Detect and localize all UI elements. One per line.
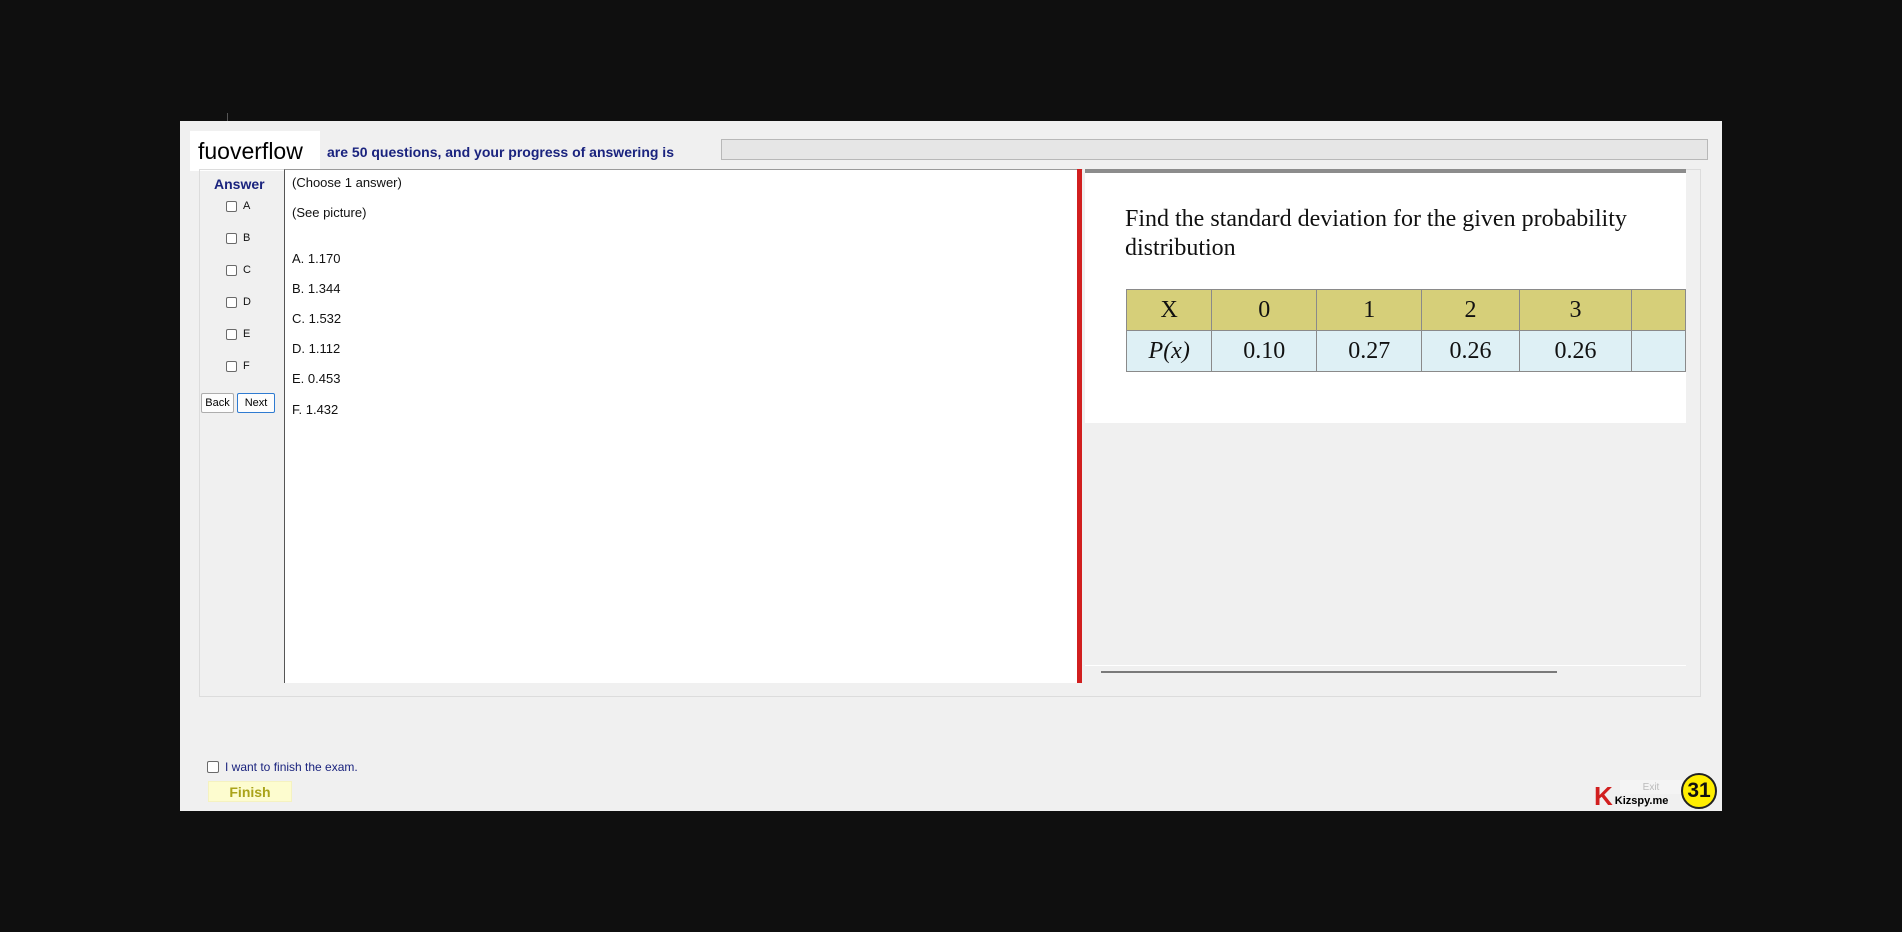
answer-option-label: F — [243, 360, 250, 372]
finish-exam-checkbox[interactable] — [207, 761, 219, 773]
watermark-logo: fuoverflow — [190, 131, 320, 171]
answer-checkbox[interactable] — [226, 328, 237, 340]
table-cell: 0 — [1211, 289, 1318, 331]
answer-option-label: C — [243, 264, 251, 276]
answer-option-e[interactable]: E — [226, 326, 250, 342]
answer-option-b[interactable]: B — [226, 230, 250, 246]
brand-logo: K Kizspy.me — [1594, 781, 1669, 811]
next-button[interactable]: Next — [237, 393, 275, 413]
exam-window: fuoverflow are 50 questions, and your pr… — [180, 113, 1722, 811]
answer-checkbox[interactable] — [226, 200, 237, 212]
question-picture: Find the standard deviation for the give… — [1085, 169, 1686, 423]
answer-option-a[interactable]: A — [226, 198, 250, 214]
choice-b: B. 1.344 — [292, 281, 341, 296]
answer-checkbox[interactable] — [226, 264, 237, 276]
horizontal-scrollbar[interactable] — [1101, 671, 1557, 673]
question-instruction: (Choose 1 answer) — [292, 175, 402, 190]
finish-exam-checkbox-row[interactable]: I want to finish the exam. — [207, 760, 358, 774]
table-cell: 0.27 — [1316, 330, 1423, 372]
answer-option-f[interactable]: F — [226, 358, 250, 374]
back-button[interactable]: Back — [201, 393, 234, 413]
panel-divider[interactable] — [1077, 169, 1082, 683]
answer-option-label: E — [243, 328, 251, 340]
answer-option-label: D — [243, 296, 251, 308]
brand-k-icon: K — [1594, 781, 1613, 811]
brand-text: Kizspy.me — [1614, 795, 1669, 807]
question-number-badge: 31 — [1681, 773, 1717, 809]
question-panel: (Choose 1 answer) (See picture) A. 1.170… — [284, 169, 1078, 683]
top-tick — [227, 113, 228, 121]
picture-panel: Find the standard deviation for the give… — [1083, 169, 1686, 683]
probability-table: X 0 1 2 3 P(x) 0.10 0.27 0.26 0.26 — [1125, 289, 1686, 372]
table-row: P(x) 0.10 0.27 0.26 0.26 — [1125, 330, 1686, 372]
table-cell — [1630, 330, 1686, 372]
choice-a: A. 1.170 — [292, 251, 341, 266]
finish-button[interactable]: Finish — [208, 781, 292, 802]
picture-title: Find the standard deviation for the give… — [1125, 206, 1627, 261]
choice-f: F. 1.432 — [292, 402, 339, 417]
table-cell: 2 — [1421, 289, 1520, 331]
table-cell: 0.26 — [1518, 330, 1632, 372]
answer-checkbox[interactable] — [226, 360, 237, 372]
answer-option-d[interactable]: D — [226, 294, 251, 310]
table-cell — [1630, 289, 1686, 331]
table-header-x: X — [1125, 289, 1213, 331]
table-header-px: P(x) — [1125, 330, 1213, 372]
question-prompt: (See picture) — [292, 205, 367, 220]
table-cell: 0.10 — [1211, 330, 1318, 372]
finish-exam-label: I want to finish the exam. — [225, 760, 358, 774]
table-cell: 0.26 — [1421, 330, 1520, 372]
table-cell: 1 — [1316, 289, 1423, 331]
answer-option-c[interactable]: C — [226, 262, 251, 278]
progress-label: are 50 questions, and your progress of a… — [327, 144, 674, 160]
table-row: X 0 1 2 3 — [1125, 289, 1686, 331]
answer-checkbox[interactable] — [226, 296, 237, 308]
progress-bar — [721, 139, 1708, 160]
picture-panel-edge — [1085, 665, 1686, 666]
answer-title: Answer — [214, 176, 265, 192]
table-cell: 3 — [1518, 289, 1632, 331]
choice-d: D. 1.112 — [292, 341, 341, 356]
answer-checkbox[interactable] — [226, 232, 237, 244]
answer-option-label: B — [243, 232, 251, 244]
choice-c: C. 1.532 — [292, 311, 342, 326]
answer-option-label: A — [243, 200, 251, 212]
choice-e: E. 0.453 — [292, 371, 341, 386]
